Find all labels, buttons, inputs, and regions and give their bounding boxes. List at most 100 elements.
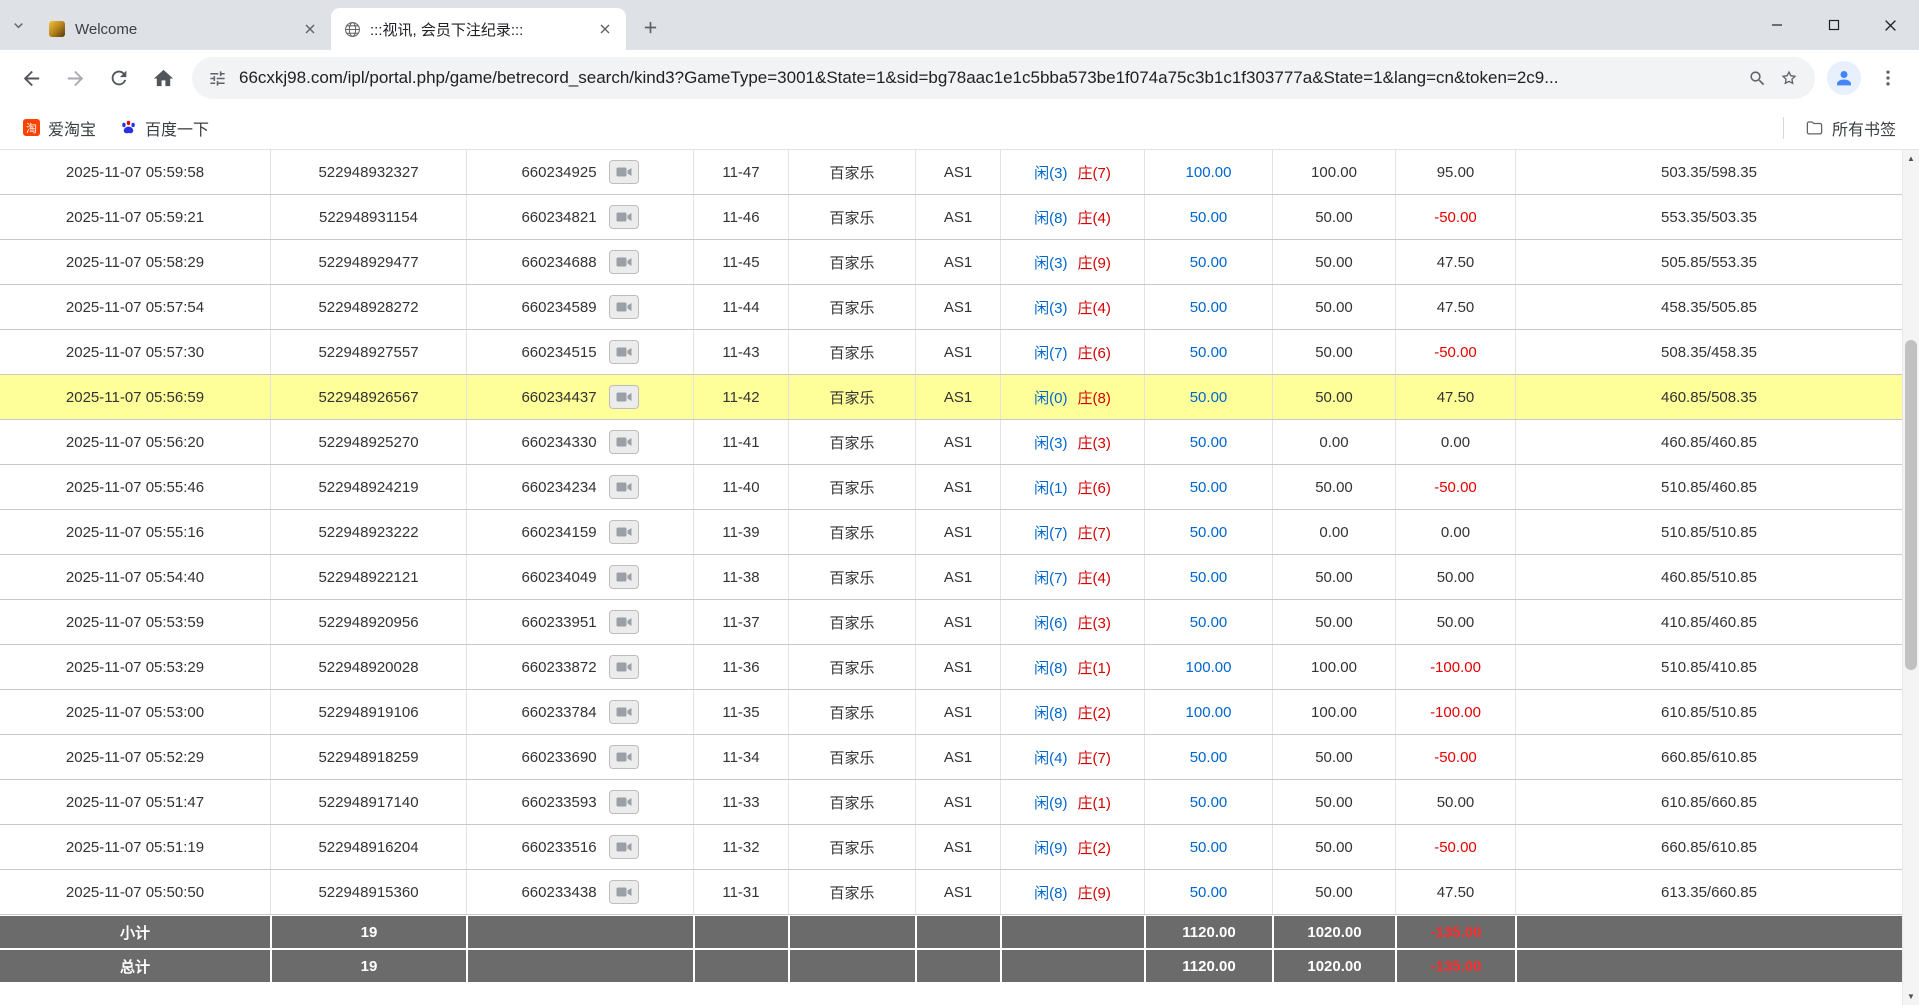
zoom-icon[interactable] bbox=[1748, 69, 1767, 88]
table-name-cell: AS1 bbox=[915, 240, 1000, 284]
video-replay-icon[interactable] bbox=[609, 520, 639, 544]
banker-points: 庄(6) bbox=[1078, 342, 1111, 363]
minimize-icon bbox=[1771, 19, 1783, 31]
tab-close-icon[interactable] bbox=[299, 18, 321, 40]
bet-detail-cell: 闲(7) 庄(6) bbox=[1000, 330, 1144, 374]
table-row[interactable]: 2025-11-07 05:50:50 522948915360 6602334… bbox=[0, 870, 1902, 915]
video-replay-icon[interactable] bbox=[609, 610, 639, 634]
video-replay-icon[interactable] bbox=[609, 340, 639, 364]
round-cell: 11-35 bbox=[693, 690, 788, 734]
plus-icon bbox=[643, 20, 658, 35]
url-text[interactable]: 66cxkj98.com/ipl/portal.php/game/betreco… bbox=[239, 68, 1736, 88]
table-row[interactable]: 2025-11-07 05:57:54 522948928272 6602345… bbox=[0, 285, 1902, 330]
video-replay-icon[interactable] bbox=[609, 790, 639, 814]
all-bookmarks-button[interactable]: 所有书签 bbox=[1796, 111, 1905, 145]
video-replay-icon[interactable] bbox=[609, 835, 639, 859]
valid-amount-cell: 100.00 bbox=[1272, 645, 1395, 689]
bet-time-cell: 2025-11-07 05:59:21 bbox=[0, 195, 270, 239]
banker-points: 庄(9) bbox=[1078, 882, 1111, 903]
summary-empty-cell bbox=[788, 916, 915, 948]
bet-time-cell: 2025-11-07 05:53:00 bbox=[0, 690, 270, 734]
video-replay-icon[interactable] bbox=[609, 205, 639, 229]
reload-button[interactable] bbox=[98, 57, 140, 99]
table-row[interactable]: 2025-11-07 05:56:20 522948925270 6602343… bbox=[0, 420, 1902, 465]
table-row[interactable]: 2025-11-07 05:53:00 522948919106 6602337… bbox=[0, 690, 1902, 735]
table-name-cell: AS1 bbox=[915, 645, 1000, 689]
table-row[interactable]: 2025-11-07 05:51:47 522948917140 6602335… bbox=[0, 780, 1902, 825]
player-points: 闲(8) bbox=[1034, 207, 1067, 228]
video-replay-icon[interactable] bbox=[609, 250, 639, 274]
bet-detail-cell: 闲(8) 庄(2) bbox=[1000, 690, 1144, 734]
profile-avatar[interactable] bbox=[1823, 57, 1865, 99]
maximize-button[interactable] bbox=[1805, 0, 1862, 50]
bet-records-table: 2025-11-07 05:59:58 522948932327 6602349… bbox=[0, 150, 1902, 915]
bet-id-text: 660234330 bbox=[521, 434, 596, 451]
video-replay-icon[interactable] bbox=[609, 745, 639, 769]
video-replay-icon[interactable] bbox=[609, 295, 639, 319]
table-row[interactable]: 2025-11-07 05:56:59 522948926567 6602344… bbox=[0, 375, 1902, 420]
table-row[interactable]: 2025-11-07 05:55:16 522948923222 6602341… bbox=[0, 510, 1902, 555]
scroll-down-arrow-icon[interactable]: ▼ bbox=[1903, 988, 1919, 1005]
table-row[interactable]: 2025-11-07 05:57:30 522948927557 6602345… bbox=[0, 330, 1902, 375]
video-replay-icon[interactable] bbox=[609, 160, 639, 184]
tab-welcome[interactable]: Welcome bbox=[36, 8, 331, 50]
bet-amount-cell: 50.00 bbox=[1144, 870, 1272, 914]
bookmark-baidu[interactable]: 百度一下 bbox=[111, 111, 218, 145]
video-replay-icon[interactable] bbox=[609, 700, 639, 724]
address-bar[interactable]: 66cxkj98.com/ipl/portal.php/game/betreco… bbox=[192, 57, 1815, 99]
table-row[interactable]: 2025-11-07 05:59:58 522948932327 6602349… bbox=[0, 150, 1902, 195]
tab-strip: Welcome :::视讯, 会员下注纪录::: bbox=[0, 0, 1919, 50]
welcome-favicon-icon bbox=[48, 20, 66, 38]
bookmark-aitaobao[interactable]: 淘 爱淘宝 bbox=[14, 111, 105, 145]
bet-id-text: 660234688 bbox=[521, 254, 596, 271]
table-row[interactable]: 2025-11-07 05:52:29 522948918259 6602336… bbox=[0, 735, 1902, 780]
new-tab-button[interactable] bbox=[634, 11, 666, 43]
video-replay-icon[interactable] bbox=[609, 655, 639, 679]
table-row[interactable]: 2025-11-07 05:54:40 522948922121 6602340… bbox=[0, 555, 1902, 600]
bet-amount-cell: 50.00 bbox=[1144, 780, 1272, 824]
player-points: 闲(3) bbox=[1034, 432, 1067, 453]
tab-search-button[interactable] bbox=[0, 0, 36, 50]
video-replay-icon[interactable] bbox=[609, 430, 639, 454]
bookmark-star-icon[interactable] bbox=[1779, 68, 1799, 88]
tab-bet-records[interactable]: :::视讯, 会员下注纪录::: bbox=[331, 8, 626, 50]
video-replay-icon[interactable] bbox=[609, 385, 639, 409]
table-name-cell: AS1 bbox=[915, 510, 1000, 554]
site-settings-icon[interactable] bbox=[208, 69, 227, 88]
table-row[interactable]: 2025-11-07 05:58:29 522948929477 6602346… bbox=[0, 240, 1902, 285]
table-name-cell: AS1 bbox=[915, 195, 1000, 239]
scroll-up-arrow-icon[interactable]: ▲ bbox=[1903, 150, 1919, 167]
banker-points: 庄(6) bbox=[1078, 477, 1111, 498]
round-cell: 11-42 bbox=[693, 375, 788, 419]
video-replay-icon[interactable] bbox=[609, 565, 639, 589]
summary-count-cell: 19 bbox=[270, 916, 466, 948]
player-points: 闲(1) bbox=[1034, 477, 1067, 498]
table-row[interactable]: 2025-11-07 05:55:46 522948924219 6602342… bbox=[0, 465, 1902, 510]
menu-kebab-button[interactable] bbox=[1867, 57, 1909, 99]
scrollbar-thumb[interactable] bbox=[1905, 340, 1917, 670]
table-row[interactable]: 2025-11-07 05:53:59 522948920956 6602339… bbox=[0, 600, 1902, 645]
game-type-cell: 百家乐 bbox=[788, 555, 915, 599]
order-number-cell: 522948925270 bbox=[270, 420, 466, 464]
minimize-button[interactable] bbox=[1748, 0, 1805, 50]
table-row[interactable]: 2025-11-07 05:59:21 522948931154 6602348… bbox=[0, 195, 1902, 240]
table-row[interactable]: 2025-11-07 05:51:19 522948916204 6602335… bbox=[0, 825, 1902, 870]
back-button[interactable] bbox=[10, 57, 52, 99]
summary-empty-cell bbox=[1515, 950, 1902, 982]
video-replay-icon[interactable] bbox=[609, 475, 639, 499]
bet-id-cell: 660234437 bbox=[466, 375, 693, 419]
bet-amount-cell: 50.00 bbox=[1144, 735, 1272, 779]
bet-detail-cell: 闲(6) 庄(3) bbox=[1000, 600, 1144, 644]
round-cell: 11-36 bbox=[693, 645, 788, 689]
vertical-scrollbar[interactable]: ▲ ▼ bbox=[1902, 150, 1919, 1005]
tab-close-icon[interactable] bbox=[594, 18, 616, 40]
forward-button[interactable] bbox=[54, 57, 96, 99]
round-cell: 11-40 bbox=[693, 465, 788, 509]
banker-points: 庄(4) bbox=[1078, 297, 1111, 318]
table-name-cell: AS1 bbox=[915, 600, 1000, 644]
table-row[interactable]: 2025-11-07 05:53:29 522948920028 6602338… bbox=[0, 645, 1902, 690]
video-replay-icon[interactable] bbox=[609, 880, 639, 904]
close-window-button[interactable] bbox=[1862, 0, 1919, 50]
player-points: 闲(7) bbox=[1034, 342, 1067, 363]
home-button[interactable] bbox=[142, 57, 184, 99]
